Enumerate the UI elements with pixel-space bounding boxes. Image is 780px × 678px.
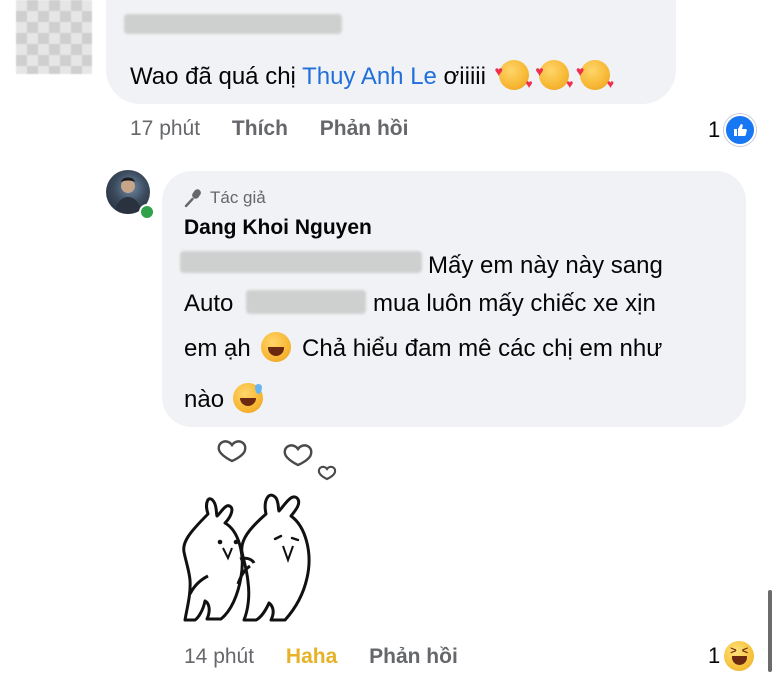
blurred-mention [180, 251, 422, 273]
reply-line-3: em ạh Chả hiểu đam mê các chị em như [184, 332, 662, 365]
haha-icon [724, 641, 755, 671]
rabbit-sticker[interactable] [180, 436, 360, 626]
mention-link[interactable]: Thuy Anh Le [302, 63, 437, 90]
author-name[interactable]: Dang Khoi Nguyen [184, 216, 372, 240]
smiling-face-with-hearts-icon [535, 55, 573, 100]
reply-timestamp[interactable]: 14 phút [184, 645, 254, 668]
online-status-indicator [139, 204, 155, 220]
comment-actions: 17 phút Thích Phản hồi [130, 117, 408, 141]
scrollbar[interactable] [768, 590, 772, 672]
smiling-face-with-hearts-icon [576, 55, 614, 100]
reply-line-2-start: Auto [184, 290, 234, 317]
reply-line-3-start: em ạh [184, 335, 251, 362]
commenter-avatar-blurred[interactable] [16, 0, 92, 74]
blurred-dealer-name [246, 290, 366, 314]
reply-line-4-text: nào [184, 386, 225, 413]
reaction-count: 1 [708, 643, 721, 668]
author-badge-label: Tác giả [210, 188, 266, 207]
tears-of-joy-icon [261, 332, 292, 362]
reply-actions: 14 phút Haha Phản hồi [184, 645, 458, 669]
reaction-count: 1 [708, 117, 721, 142]
reply-line-4: nào [184, 383, 263, 416]
reply-line-3-end: Chả hiểu đam mê các chị em như [302, 335, 663, 362]
comment-text-part: Wao đã quá chị [130, 63, 303, 90]
microphone-icon [184, 189, 201, 208]
reply-button[interactable]: Phản hồi [320, 117, 409, 140]
comment-text: Wao đã quá chị Thuy Anh Le ơiiiii [130, 55, 614, 100]
like-icon [724, 114, 757, 146]
smiling-face-with-hearts-icon [495, 55, 533, 100]
like-button[interactable]: Thích [232, 117, 288, 140]
reply-reaction-summary[interactable]: 1 [708, 641, 755, 671]
reply-line-1: Mấy em này này sang [428, 252, 663, 279]
blurred-commenter-name [124, 14, 342, 34]
comment-text-part: ơiiiii [436, 63, 486, 90]
reply-button[interactable]: Phản hồi [369, 645, 458, 668]
grinning-sweat-icon [232, 383, 263, 413]
haha-reaction-button[interactable]: Haha [286, 645, 337, 668]
author-badge: Tác giả [184, 188, 266, 208]
comment-timestamp[interactable]: 17 phút [130, 117, 200, 140]
reply-line-2-end: mua luôn mấy chiếc xe xịn [373, 290, 656, 317]
reaction-summary[interactable]: 1 [708, 114, 757, 146]
